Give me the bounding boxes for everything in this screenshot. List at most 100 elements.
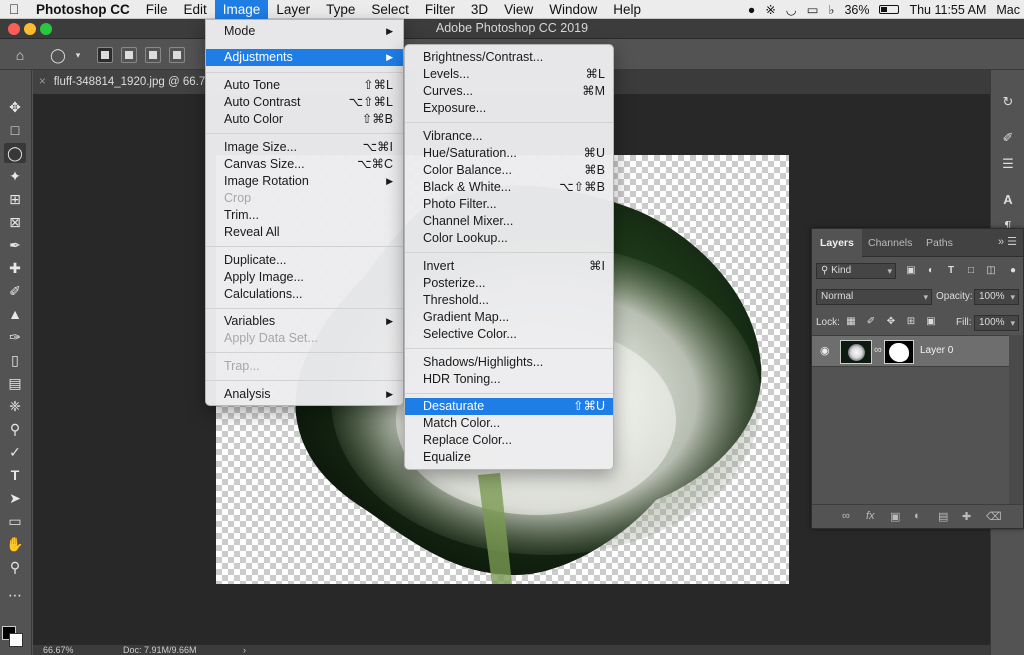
zoom-tool-icon[interactable]: ⚲: [4, 557, 26, 577]
menu-file[interactable]: File: [138, 0, 176, 19]
filter-toggle-icon[interactable]: ●: [1006, 264, 1020, 278]
menu-image[interactable]: Image: [214, 0, 269, 19]
menu-item-channel-mixer[interactable]: Channel Mixer...: [405, 213, 613, 230]
zoom-level[interactable]: 66.67%: [43, 645, 74, 655]
subtract-from-selection-icon[interactable]: [145, 47, 161, 63]
magic-wand-tool-icon[interactable]: ✦: [4, 166, 26, 186]
adjustment-filter-icon[interactable]: ◐: [924, 264, 938, 278]
menu-item-adjustments[interactable]: Adjustments ▶: [206, 49, 403, 66]
type-tool-icon[interactable]: T: [4, 465, 26, 485]
user-name[interactable]: Mac: [996, 3, 1020, 17]
lock-artboard-icon[interactable]: ⊞: [904, 315, 918, 329]
brush-tool-icon[interactable]: ✐: [4, 281, 26, 301]
opacity-field[interactable]: 100% ▾: [974, 289, 1019, 305]
lock-all-icon[interactable]: ▣: [924, 315, 938, 329]
menu-help[interactable]: Help: [605, 0, 649, 19]
path-selection-tool-icon[interactable]: ➤: [4, 488, 26, 508]
menu-item-auto-color[interactable]: Auto Color ⇧⌘B: [206, 111, 403, 128]
battery-percent[interactable]: 36%: [844, 3, 869, 17]
menu-item-levels[interactable]: Levels... ⌘L: [405, 66, 613, 83]
menu-item-mode[interactable]: Mode ▶: [206, 23, 403, 40]
menu-3d[interactable]: 3D: [463, 0, 496, 19]
menu-item-apply-image[interactable]: Apply Image...: [206, 269, 403, 286]
lasso-tool-icon[interactable]: ◯: [4, 143, 26, 163]
close-tab-icon[interactable]: ×: [39, 76, 46, 88]
eraser-tool-icon[interactable]: ▯: [4, 350, 26, 370]
document-tab[interactable]: × fluff-348814_1920.jpg @ 66.7: [33, 70, 213, 94]
menu-item-reveal-all[interactable]: Reveal All: [206, 224, 403, 241]
background-color-swatch[interactable]: [9, 633, 23, 647]
airplay-icon[interactable]: ▭: [807, 2, 819, 17]
menu-edit[interactable]: Edit: [176, 0, 215, 19]
adjustment-layer-icon[interactable]: ◐: [914, 510, 921, 522]
panel-menu-icon[interactable]: » ☰: [998, 235, 1017, 248]
layer-name[interactable]: Layer 0: [920, 345, 953, 356]
layers-scrollbar[interactable]: [1009, 335, 1023, 505]
eyedropper-tool-icon[interactable]: ✒: [4, 235, 26, 255]
crop-tool-icon[interactable]: ⊞: [4, 189, 26, 209]
menu-item-exposure[interactable]: Exposure...: [405, 100, 613, 117]
status-menu-arrow[interactable]: ›: [243, 645, 246, 655]
layer-style-icon[interactable]: fx: [866, 510, 875, 522]
menu-item-threshold[interactable]: Threshold...: [405, 292, 613, 309]
bluetooth-icon[interactable]: ※: [765, 2, 775, 17]
menu-item-match-color[interactable]: Match Color...: [405, 415, 613, 432]
menu-item-equalize[interactable]: Equalize: [405, 449, 613, 466]
marquee-tool-icon[interactable]: □: [4, 120, 26, 140]
fill-field[interactable]: 100% ▾: [974, 315, 1019, 331]
tab-layers[interactable]: Layers: [812, 229, 862, 257]
menu-layer[interactable]: Layer: [268, 0, 318, 19]
tab-paths[interactable]: Paths: [918, 229, 961, 257]
menu-item-image-size[interactable]: Image Size... ⌥⌘I: [206, 139, 403, 156]
menu-window[interactable]: Window: [541, 0, 605, 19]
menu-item-black-white[interactable]: Black & White... ⌥⇧⌘B: [405, 179, 613, 196]
menu-item-duplicate[interactable]: Duplicate...: [206, 252, 403, 269]
menu-item-shadows-highlights[interactable]: Shadows/Highlights...: [405, 354, 613, 371]
more-tools-icon[interactable]: ⋯: [4, 585, 26, 605]
menu-filter[interactable]: Filter: [417, 0, 463, 19]
menu-item-analysis[interactable]: Analysis ▶: [206, 386, 403, 403]
menu-item-posterize[interactable]: Posterize...: [405, 275, 613, 292]
menu-view[interactable]: View: [496, 0, 541, 19]
kind-filter-select[interactable]: ⚲ Kind ▾: [816, 263, 896, 279]
clock[interactable]: Thu 11:55 AM: [909, 3, 986, 17]
history-brush-tool-icon[interactable]: ✑: [4, 327, 26, 347]
menu-item-invert[interactable]: Invert ⌘I: [405, 258, 613, 275]
menu-item-curves[interactable]: Curves... ⌘M: [405, 83, 613, 100]
pixel-filter-icon[interactable]: ▣: [904, 264, 918, 278]
menu-item-variables[interactable]: Variables ▶: [206, 313, 403, 330]
home-icon[interactable]: ⌂: [10, 45, 30, 65]
healing-brush-tool-icon[interactable]: ✚: [4, 258, 26, 278]
menu-type[interactable]: Type: [318, 0, 363, 19]
pen-tool-icon[interactable]: ✓: [4, 442, 26, 462]
lock-image-icon[interactable]: ✐: [864, 315, 878, 329]
smart-object-filter-icon[interactable]: ◫: [984, 264, 998, 278]
menu-item-photo-filter[interactable]: Photo Filter...: [405, 196, 613, 213]
menu-item-auto-tone[interactable]: Auto Tone ⇧⌘L: [206, 77, 403, 94]
rectangle-tool-icon[interactable]: ▭: [4, 511, 26, 531]
wifi-icon[interactable]: ◡: [786, 2, 797, 17]
trash-icon[interactable]: ⌫: [986, 510, 1002, 523]
menu-item-brightness-contrast[interactable]: Brightness/Contrast...: [405, 49, 613, 66]
menu-item-selective-color[interactable]: Selective Color...: [405, 326, 613, 343]
new-group-icon[interactable]: ▤: [938, 510, 948, 523]
blend-mode-select[interactable]: Normal ▾: [816, 289, 932, 305]
menu-item-trim[interactable]: Trim...: [206, 207, 403, 224]
mask-link-icon[interactable]: ∞: [874, 344, 882, 356]
menu-item-gradient-map[interactable]: Gradient Map...: [405, 309, 613, 326]
menu-item-auto-contrast[interactable]: Auto Contrast ⌥⇧⌘L: [206, 94, 403, 111]
character-panel-icon[interactable]: A: [998, 190, 1018, 210]
creative-cloud-icon[interactable]: ●: [748, 3, 756, 17]
menu-item-hdr-toning[interactable]: HDR Toning...: [405, 371, 613, 388]
menu-item-color-balance[interactable]: Color Balance... ⌘B: [405, 162, 613, 179]
clone-stamp-tool-icon[interactable]: ▲: [4, 304, 26, 324]
visibility-eye-icon[interactable]: ◉: [820, 344, 830, 357]
layer-thumbnail[interactable]: [840, 340, 872, 364]
link-layers-icon[interactable]: ∞: [842, 510, 850, 522]
menu-item-replace-color[interactable]: Replace Color...: [405, 432, 613, 449]
history-panel-icon[interactable]: ↻: [998, 92, 1018, 112]
adjustments-panel-icon[interactable]: ☰: [998, 154, 1018, 174]
intersect-selection-icon[interactable]: [169, 47, 185, 63]
apple-icon[interactable]: : [0, 1, 28, 17]
gradient-tool-icon[interactable]: ▤: [4, 373, 26, 393]
